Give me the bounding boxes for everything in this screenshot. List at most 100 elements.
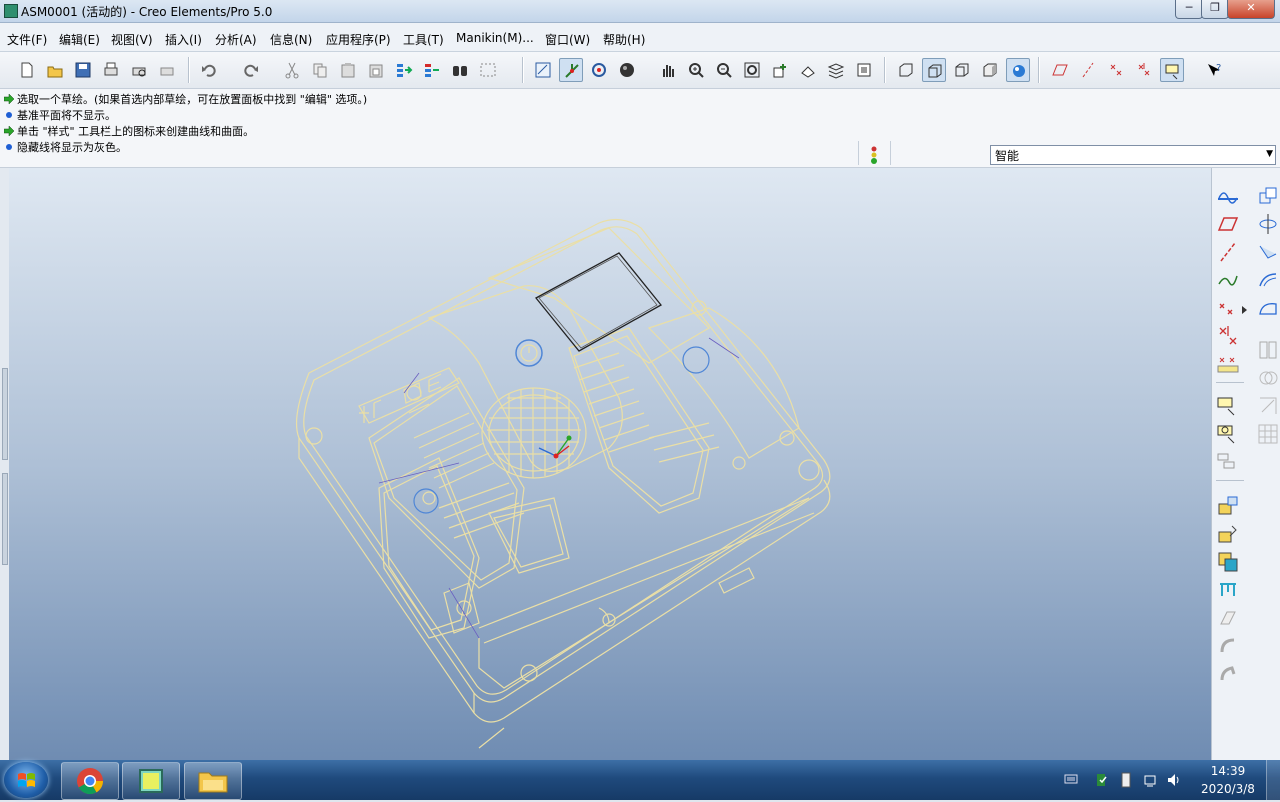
redraw-icon[interactable] bbox=[531, 58, 555, 82]
message-line: 基准平面将不显示。 bbox=[4, 107, 116, 123]
pattern-tool-icon bbox=[1256, 422, 1280, 446]
clock-date[interactable]: 2020/3/8 bbox=[1198, 782, 1258, 796]
menu-insert[interactable]: 插入(I) bbox=[165, 31, 202, 48]
datum-plane-tool-icon[interactable] bbox=[1216, 212, 1240, 236]
datum-axes-icon[interactable] bbox=[1076, 58, 1100, 82]
annotation-element-icon[interactable] bbox=[1216, 422, 1240, 446]
cut-icon[interactable] bbox=[280, 58, 304, 82]
view-manager-icon[interactable] bbox=[852, 58, 876, 82]
flyout-arrow-icon[interactable] bbox=[1240, 304, 1250, 314]
saved-views-icon[interactable] bbox=[796, 58, 820, 82]
boundary-blend-icon[interactable] bbox=[1256, 296, 1280, 320]
create-component-icon[interactable] bbox=[1216, 522, 1240, 546]
show-desktop-button[interactable] bbox=[1266, 760, 1280, 800]
email-icon[interactable] bbox=[155, 58, 179, 82]
refit-icon[interactable] bbox=[740, 58, 764, 82]
menu-window[interactable]: 窗口(W) bbox=[545, 31, 590, 48]
analysis-feature-icon[interactable] bbox=[1216, 352, 1240, 376]
selection-filter-value: 智能 bbox=[995, 149, 1020, 163]
coord-system-tool-icon[interactable] bbox=[1216, 324, 1240, 348]
blend-icon[interactable] bbox=[1256, 268, 1280, 292]
datum-points-icon[interactable] bbox=[1104, 58, 1128, 82]
zoom-out-icon[interactable] bbox=[712, 58, 736, 82]
menu-analysis[interactable]: 分析(A) bbox=[215, 31, 257, 48]
paste-icon[interactable] bbox=[336, 58, 360, 82]
reorient-icon[interactable] bbox=[768, 58, 792, 82]
trim-tool-icon bbox=[1256, 394, 1280, 418]
coord-systems-icon[interactable] bbox=[1132, 58, 1156, 82]
prompt-arrow-icon bbox=[4, 94, 14, 104]
save-icon[interactable] bbox=[71, 58, 95, 82]
orient-mode-icon[interactable] bbox=[587, 58, 611, 82]
action-center-icon[interactable] bbox=[1094, 772, 1110, 788]
chrome-icon[interactable] bbox=[61, 762, 119, 800]
volume-icon[interactable] bbox=[1166, 772, 1182, 788]
sash-handle[interactable] bbox=[2, 473, 8, 565]
graphics-viewport[interactable] bbox=[9, 168, 1211, 760]
cable-tool-icon[interactable] bbox=[1216, 578, 1240, 602]
datum-curve-tool-icon[interactable] bbox=[1216, 268, 1240, 292]
status-light-icon[interactable] bbox=[868, 145, 880, 165]
zoom-in-icon[interactable] bbox=[684, 58, 708, 82]
revolve-axis-icon[interactable] bbox=[1256, 212, 1280, 236]
datum-axis-tool-icon[interactable] bbox=[1216, 240, 1240, 264]
open-icon[interactable] bbox=[43, 58, 67, 82]
windows-start-icon[interactable] bbox=[4, 762, 48, 798]
no-hidden-icon[interactable] bbox=[950, 58, 974, 82]
enhanced-realism-icon[interactable] bbox=[1006, 58, 1030, 82]
annotation-feature-icon[interactable] bbox=[1216, 394, 1240, 418]
assemble-component-icon[interactable] bbox=[1216, 494, 1240, 518]
menu-info[interactable]: 信息(N) bbox=[270, 31, 312, 48]
regenerate-icon[interactable] bbox=[392, 58, 416, 82]
repeat-component-icon bbox=[1216, 606, 1240, 630]
undo-icon[interactable] bbox=[197, 58, 221, 82]
menu-tools[interactable]: 工具(T) bbox=[403, 31, 444, 48]
redo-icon[interactable] bbox=[239, 58, 263, 82]
menu-applications[interactable]: 应用程序(P) bbox=[326, 31, 391, 48]
minimize-button[interactable]: ─ bbox=[1175, 0, 1203, 19]
sweep-icon[interactable] bbox=[1256, 240, 1280, 264]
taskbar bbox=[0, 760, 1280, 800]
wireframe-icon[interactable] bbox=[894, 58, 918, 82]
datum-point-tool-icon[interactable] bbox=[1216, 296, 1240, 320]
creo-icon[interactable] bbox=[122, 762, 180, 800]
print-icon[interactable] bbox=[99, 58, 123, 82]
menu-help[interactable]: 帮助(H) bbox=[603, 31, 645, 48]
maximize-button[interactable]: ❐ bbox=[1201, 0, 1229, 19]
regenerate-manager-icon[interactable] bbox=[420, 58, 444, 82]
info-bullet-icon bbox=[6, 112, 12, 118]
network-icon[interactable] bbox=[1143, 772, 1159, 788]
layers-icon[interactable] bbox=[824, 58, 848, 82]
sketch-tool-icon[interactable] bbox=[1216, 184, 1240, 208]
pan-icon[interactable] bbox=[656, 58, 680, 82]
sash-handle[interactable] bbox=[2, 368, 8, 460]
clock-time[interactable]: 14:39 bbox=[1208, 764, 1248, 778]
print-preview-icon[interactable] bbox=[127, 58, 151, 82]
spin-center-icon[interactable] bbox=[559, 58, 583, 82]
model-wireframe[interactable] bbox=[9, 168, 1211, 760]
hidden-line-icon[interactable] bbox=[922, 58, 946, 82]
new-icon[interactable] bbox=[15, 58, 39, 82]
keyboard-icon[interactable] bbox=[1064, 772, 1078, 786]
find-icon[interactable] bbox=[448, 58, 472, 82]
selection-filter-dropdown[interactable]: 智能 ▼ bbox=[990, 145, 1276, 165]
chevron-down-icon[interactable]: ▼ bbox=[1266, 149, 1273, 159]
appearance-icon[interactable] bbox=[615, 58, 639, 82]
datum-planes-icon[interactable] bbox=[1048, 58, 1072, 82]
copy-geometry-icon[interactable] bbox=[1256, 184, 1280, 208]
paste-special-icon[interactable] bbox=[364, 58, 388, 82]
snapshot-icon bbox=[1216, 662, 1240, 686]
menu-manikin[interactable]: Manikin(M)... bbox=[456, 31, 534, 45]
component-display-icon[interactable] bbox=[1216, 550, 1240, 574]
menu-edit[interactable]: 编辑(E) bbox=[59, 31, 100, 48]
copy-icon[interactable] bbox=[308, 58, 332, 82]
select-box-icon[interactable] bbox=[476, 58, 500, 82]
menu-view[interactable]: 视图(V) bbox=[111, 31, 153, 48]
annotations-icon[interactable] bbox=[1160, 58, 1184, 82]
usb-device-icon[interactable] bbox=[1119, 772, 1133, 788]
menu-file[interactable]: 文件(F) bbox=[7, 31, 47, 48]
context-help-icon[interactable]: ? bbox=[1202, 58, 1226, 82]
shading-icon[interactable] bbox=[978, 58, 1002, 82]
close-button[interactable]: ✕ bbox=[1227, 0, 1275, 19]
explorer-icon[interactable] bbox=[184, 762, 242, 800]
